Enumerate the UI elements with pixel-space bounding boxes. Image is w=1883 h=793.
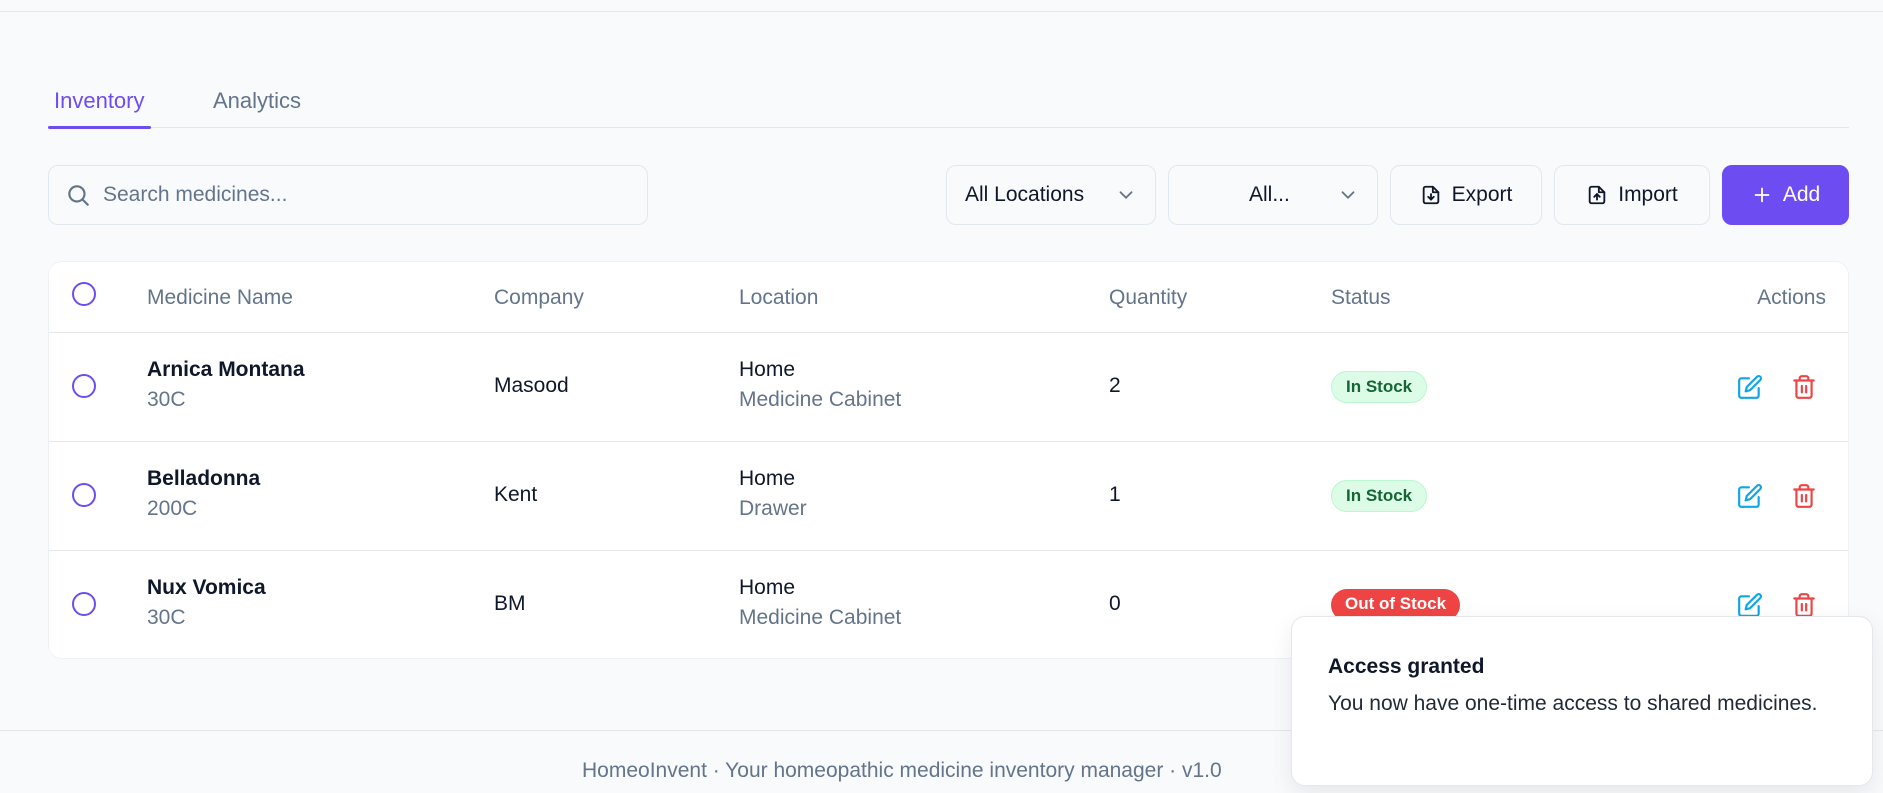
- location-name: Home: [739, 467, 796, 490]
- file-download-icon: [1422, 185, 1439, 205]
- toast-message: You now have one-time access to shared m…: [1328, 692, 1818, 715]
- toast-notification[interactable]: Access granted You now have one-time acc…: [1291, 616, 1873, 786]
- location-select-value: All Locations: [965, 183, 1085, 206]
- import-label: Import: [1618, 183, 1678, 206]
- footer-text: HomeoInvent · Your homeopathic medicine …: [582, 759, 1222, 782]
- status-badge: In Stock: [1331, 480, 1428, 512]
- header-status[interactable]: Status: [1331, 262, 1391, 333]
- row-select-radio[interactable]: [72, 592, 96, 616]
- row-select-radio[interactable]: [72, 374, 96, 398]
- edit-icon[interactable]: [1737, 483, 1763, 509]
- quantity-cell: 2: [1109, 374, 1121, 397]
- medicine-name: Nux Vomica: [147, 576, 266, 599]
- row-select-radio[interactable]: [72, 483, 96, 507]
- company-cell: Masood: [494, 374, 569, 397]
- medicine-cell: Arnica Montana 30C: [147, 358, 305, 412]
- add-label: Add: [1782, 183, 1821, 206]
- inventory-table: Medicine Name Company Location Quantity …: [48, 261, 1849, 659]
- edit-icon[interactable]: [1737, 374, 1763, 400]
- plus-icon: [1754, 187, 1770, 203]
- trash-icon[interactable]: [1791, 374, 1817, 400]
- add-button[interactable]: Add: [1722, 165, 1849, 225]
- export-button[interactable]: Export: [1390, 165, 1542, 225]
- search-icon: [68, 185, 89, 206]
- medicine-name: Arnica Montana: [147, 358, 305, 381]
- medicine-potency: 200C: [147, 497, 198, 520]
- table-header: Medicine Name Company Location Quantity …: [49, 262, 1848, 333]
- medicine-potency: 30C: [147, 388, 186, 411]
- search-input[interactable]: [103, 166, 633, 224]
- status-badge: In Stock: [1331, 371, 1428, 403]
- table-row[interactable]: Belladonna 200C Kent Home Drawer 1 In St…: [49, 442, 1848, 551]
- file-upload-icon: [1588, 185, 1606, 205]
- sublocation-name: Medicine Cabinet: [739, 388, 902, 411]
- search-box: [48, 165, 648, 225]
- header-actions: Actions: [1757, 286, 1826, 309]
- toast-title: Access granted: [1328, 655, 1485, 678]
- medicine-cell: Belladonna 200C: [147, 467, 260, 521]
- location-cell: Home Medicine Cabinet: [739, 576, 901, 630]
- header-quantity[interactable]: Quantity: [1109, 262, 1187, 333]
- trash-icon[interactable]: [1791, 592, 1817, 618]
- trash-icon[interactable]: [1791, 483, 1817, 509]
- quantity-cell: 0: [1109, 592, 1121, 615]
- table-row[interactable]: Arnica Montana 30C Masood Home Medicine …: [49, 333, 1848, 442]
- tab-analytics[interactable]: Analytics: [207, 60, 307, 128]
- location-name: Home: [739, 576, 796, 599]
- header-location[interactable]: Location: [739, 262, 818, 333]
- top-header-edge: [0, 0, 1883, 12]
- header-medicine-name[interactable]: Medicine Name: [147, 262, 293, 333]
- medicine-name: Belladonna: [147, 467, 261, 490]
- location-cell: Home Medicine Cabinet: [739, 358, 901, 412]
- chevron-down-icon: [1341, 191, 1355, 199]
- sublocation-name: Medicine Cabinet: [739, 606, 902, 629]
- import-button[interactable]: Import: [1554, 165, 1710, 225]
- location-name: Home: [739, 358, 796, 381]
- quantity-cell: 1: [1109, 483, 1121, 506]
- location-cell: Home Drawer: [739, 467, 807, 521]
- export-label: Export: [1451, 183, 1513, 206]
- edit-icon[interactable]: [1737, 592, 1763, 618]
- tab-inventory[interactable]: Inventory: [48, 60, 151, 129]
- medicine-potency: 30C: [147, 606, 186, 629]
- chevron-down-icon: [1119, 191, 1133, 199]
- company-cell: Kent: [494, 483, 538, 506]
- medicine-cell: Nux Vomica 30C: [147, 576, 266, 630]
- company-cell: BM: [494, 592, 526, 615]
- select-all-radio[interactable]: [72, 282, 96, 306]
- location-select[interactable]: All Locations: [946, 165, 1156, 225]
- category-select-value: All...: [1249, 183, 1290, 206]
- category-select[interactable]: All...: [1168, 165, 1378, 225]
- header-company[interactable]: Company: [494, 262, 584, 333]
- tab-bar: Inventory Analytics: [48, 60, 1849, 129]
- sublocation-name: Drawer: [739, 497, 807, 520]
